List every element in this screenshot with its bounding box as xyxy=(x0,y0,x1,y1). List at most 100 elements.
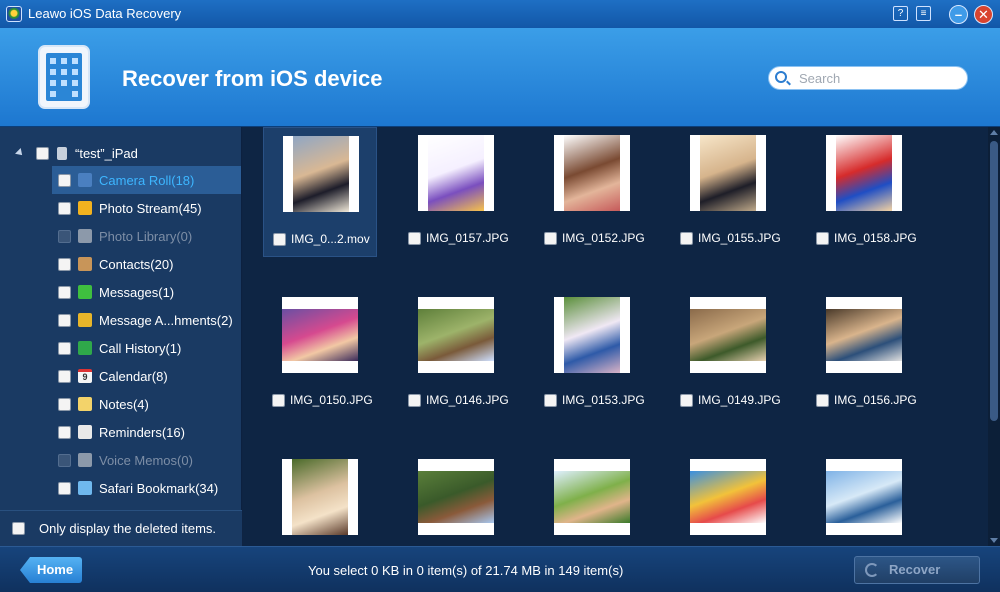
sidebar-item-checkbox[interactable] xyxy=(58,313,71,327)
photo-checkbox[interactable] xyxy=(816,393,829,407)
photo-tile[interactable] xyxy=(807,451,921,546)
close-button[interactable]: ✕ xyxy=(974,5,993,24)
messages-icon xyxy=(78,285,92,299)
photo-tile[interactable] xyxy=(263,451,377,546)
sidebar-item-checkbox[interactable] xyxy=(58,201,71,215)
sidebar-item-label: Notes(4) xyxy=(99,396,149,412)
photo-thumbnail[interactable] xyxy=(418,459,494,535)
sidebar-item[interactable]: Notes(4) xyxy=(52,390,241,418)
photo-tile[interactable]: IMG_0155.JPG xyxy=(671,127,785,257)
photo-tile[interactable]: IMG_0150.JPG xyxy=(263,289,377,419)
photo-checkbox[interactable] xyxy=(408,393,421,407)
sidebar-item-label: Voice Memos(0) xyxy=(99,452,193,468)
sidebar-item[interactable]: Camera Roll(18) xyxy=(52,166,241,194)
device-tree-root[interactable]: “test”_iPad xyxy=(15,144,138,162)
sidebar-item-checkbox[interactable] xyxy=(58,481,71,495)
only-deleted-option[interactable]: Only display the deleted items. xyxy=(0,510,242,546)
sidebar-item: Voice Memos(0) xyxy=(52,446,241,474)
ipad-small-icon xyxy=(57,146,67,160)
sidebar-item[interactable]: Messages(1) xyxy=(52,278,241,306)
photo-tile[interactable]: IMG_0153.JPG xyxy=(535,289,649,419)
search-box[interactable] xyxy=(768,66,968,90)
photo-thumbnail[interactable] xyxy=(554,459,630,535)
sidebar-item-checkbox[interactable] xyxy=(58,285,71,299)
sidebar-item[interactable]: Safari Bookmark(34) xyxy=(52,474,241,502)
only-deleted-label: Only display the deleted items. xyxy=(39,521,217,536)
photo-library-icon xyxy=(78,229,92,243)
photo-tile[interactable]: IMG_0146.JPG xyxy=(399,289,513,419)
scroll-down-icon[interactable] xyxy=(990,538,998,543)
sidebar-item[interactable]: Photo Stream(45) xyxy=(52,194,241,222)
photo-tile[interactable]: IMG_0157.JPG xyxy=(399,127,513,257)
photo-thumbnail[interactable] xyxy=(826,459,902,535)
photo-thumbnail[interactable] xyxy=(826,135,902,211)
recover-button[interactable]: Recover xyxy=(854,556,980,584)
scrollbar[interactable] xyxy=(988,127,1000,546)
sidebar-item-checkbox[interactable] xyxy=(58,341,71,355)
photo-thumbnail[interactable] xyxy=(418,135,494,211)
photo-thumbnail[interactable] xyxy=(690,459,766,535)
recover-label: Recover xyxy=(889,562,941,577)
photo-thumbnail[interactable] xyxy=(283,136,359,212)
photo-tile[interactable]: IMG_0158.JPG xyxy=(807,127,921,257)
device-name: “test”_iPad xyxy=(75,145,138,161)
photo-checkbox[interactable] xyxy=(544,393,557,407)
photo-thumbnail[interactable] xyxy=(554,297,630,373)
photo-checkbox[interactable] xyxy=(680,231,693,245)
sidebar-item-checkbox[interactable] xyxy=(58,425,71,439)
search-input[interactable] xyxy=(799,70,959,86)
photo-tile[interactable] xyxy=(399,451,513,546)
sidebar-item-checkbox[interactable] xyxy=(58,369,71,383)
photo-checkbox[interactable] xyxy=(680,393,693,407)
photo-tile[interactable]: IMG_0152.JPG xyxy=(535,127,649,257)
sidebar-item-checkbox xyxy=(58,453,71,467)
minimize-button[interactable]: – xyxy=(949,5,968,24)
only-deleted-checkbox[interactable] xyxy=(12,522,25,535)
ipad-device-icon xyxy=(38,45,90,109)
home-button[interactable]: Home xyxy=(20,557,82,583)
call-history-icon xyxy=(78,341,92,355)
photo-tile[interactable]: IMG_0...2.mov xyxy=(263,127,377,257)
scroll-up-icon[interactable] xyxy=(990,130,998,135)
sidebar-item[interactable]: Message A...hments(2) xyxy=(52,306,241,334)
photo-thumbnail[interactable] xyxy=(826,297,902,373)
sidebar-item[interactable]: Reminders(16) xyxy=(52,418,241,446)
photo-filename: IMG_0146.JPG xyxy=(426,393,509,407)
photo-caption: IMG_0155.JPG xyxy=(680,231,781,245)
search-icon xyxy=(775,71,787,83)
sidebar-item-label: Calendar(8) xyxy=(99,368,168,384)
photo-filename: IMG_0156.JPG xyxy=(834,393,917,407)
photo-tile[interactable] xyxy=(535,451,649,546)
sidebar-item-checkbox[interactable] xyxy=(58,257,71,271)
device-checkbox[interactable] xyxy=(36,146,49,160)
expand-arrow-icon[interactable] xyxy=(15,148,25,158)
photo-tile[interactable]: IMG_0149.JPG xyxy=(671,289,785,419)
photo-thumbnail[interactable] xyxy=(418,297,494,373)
photo-tile[interactable] xyxy=(671,451,785,546)
photo-thumbnail[interactable] xyxy=(282,459,358,535)
photo-checkbox[interactable] xyxy=(272,393,285,407)
photo-tile[interactable]: IMG_0156.JPG xyxy=(807,289,921,419)
sidebar-item[interactable]: Call History(1) xyxy=(52,334,241,362)
sidebar-item-checkbox[interactable] xyxy=(58,397,71,411)
photo-filename: IMG_0158.JPG xyxy=(834,231,917,245)
photo-caption: IMG_0...2.mov xyxy=(273,232,370,246)
help-button[interactable]: ? xyxy=(893,6,908,21)
title-bar: Leawo iOS Data Recovery ? ≡ – ✕ xyxy=(0,0,1000,28)
photo-thumbnail[interactable] xyxy=(690,297,766,373)
menu-button[interactable]: ≡ xyxy=(916,6,931,21)
photo-checkbox[interactable] xyxy=(816,231,829,245)
photo-thumbnail[interactable] xyxy=(554,135,630,211)
scroll-thumb[interactable] xyxy=(990,141,998,421)
photo-thumbnail[interactable] xyxy=(690,135,766,211)
sidebar-item[interactable]: Contacts(20) xyxy=(52,250,241,278)
selection-status: You select 0 KB in 0 item(s) of 21.74 MB… xyxy=(308,563,624,578)
photo-checkbox[interactable] xyxy=(273,232,286,246)
photo-thumbnail[interactable] xyxy=(282,297,358,373)
sidebar-item-label: Call History(1) xyxy=(99,340,182,356)
sidebar-item[interactable]: 9 Calendar(8) xyxy=(52,362,241,390)
photo-checkbox[interactable] xyxy=(408,231,421,245)
sidebar-item-checkbox[interactable] xyxy=(58,173,71,187)
photo-checkbox[interactable] xyxy=(544,231,557,245)
photo-filename: IMG_0150.JPG xyxy=(290,393,373,407)
